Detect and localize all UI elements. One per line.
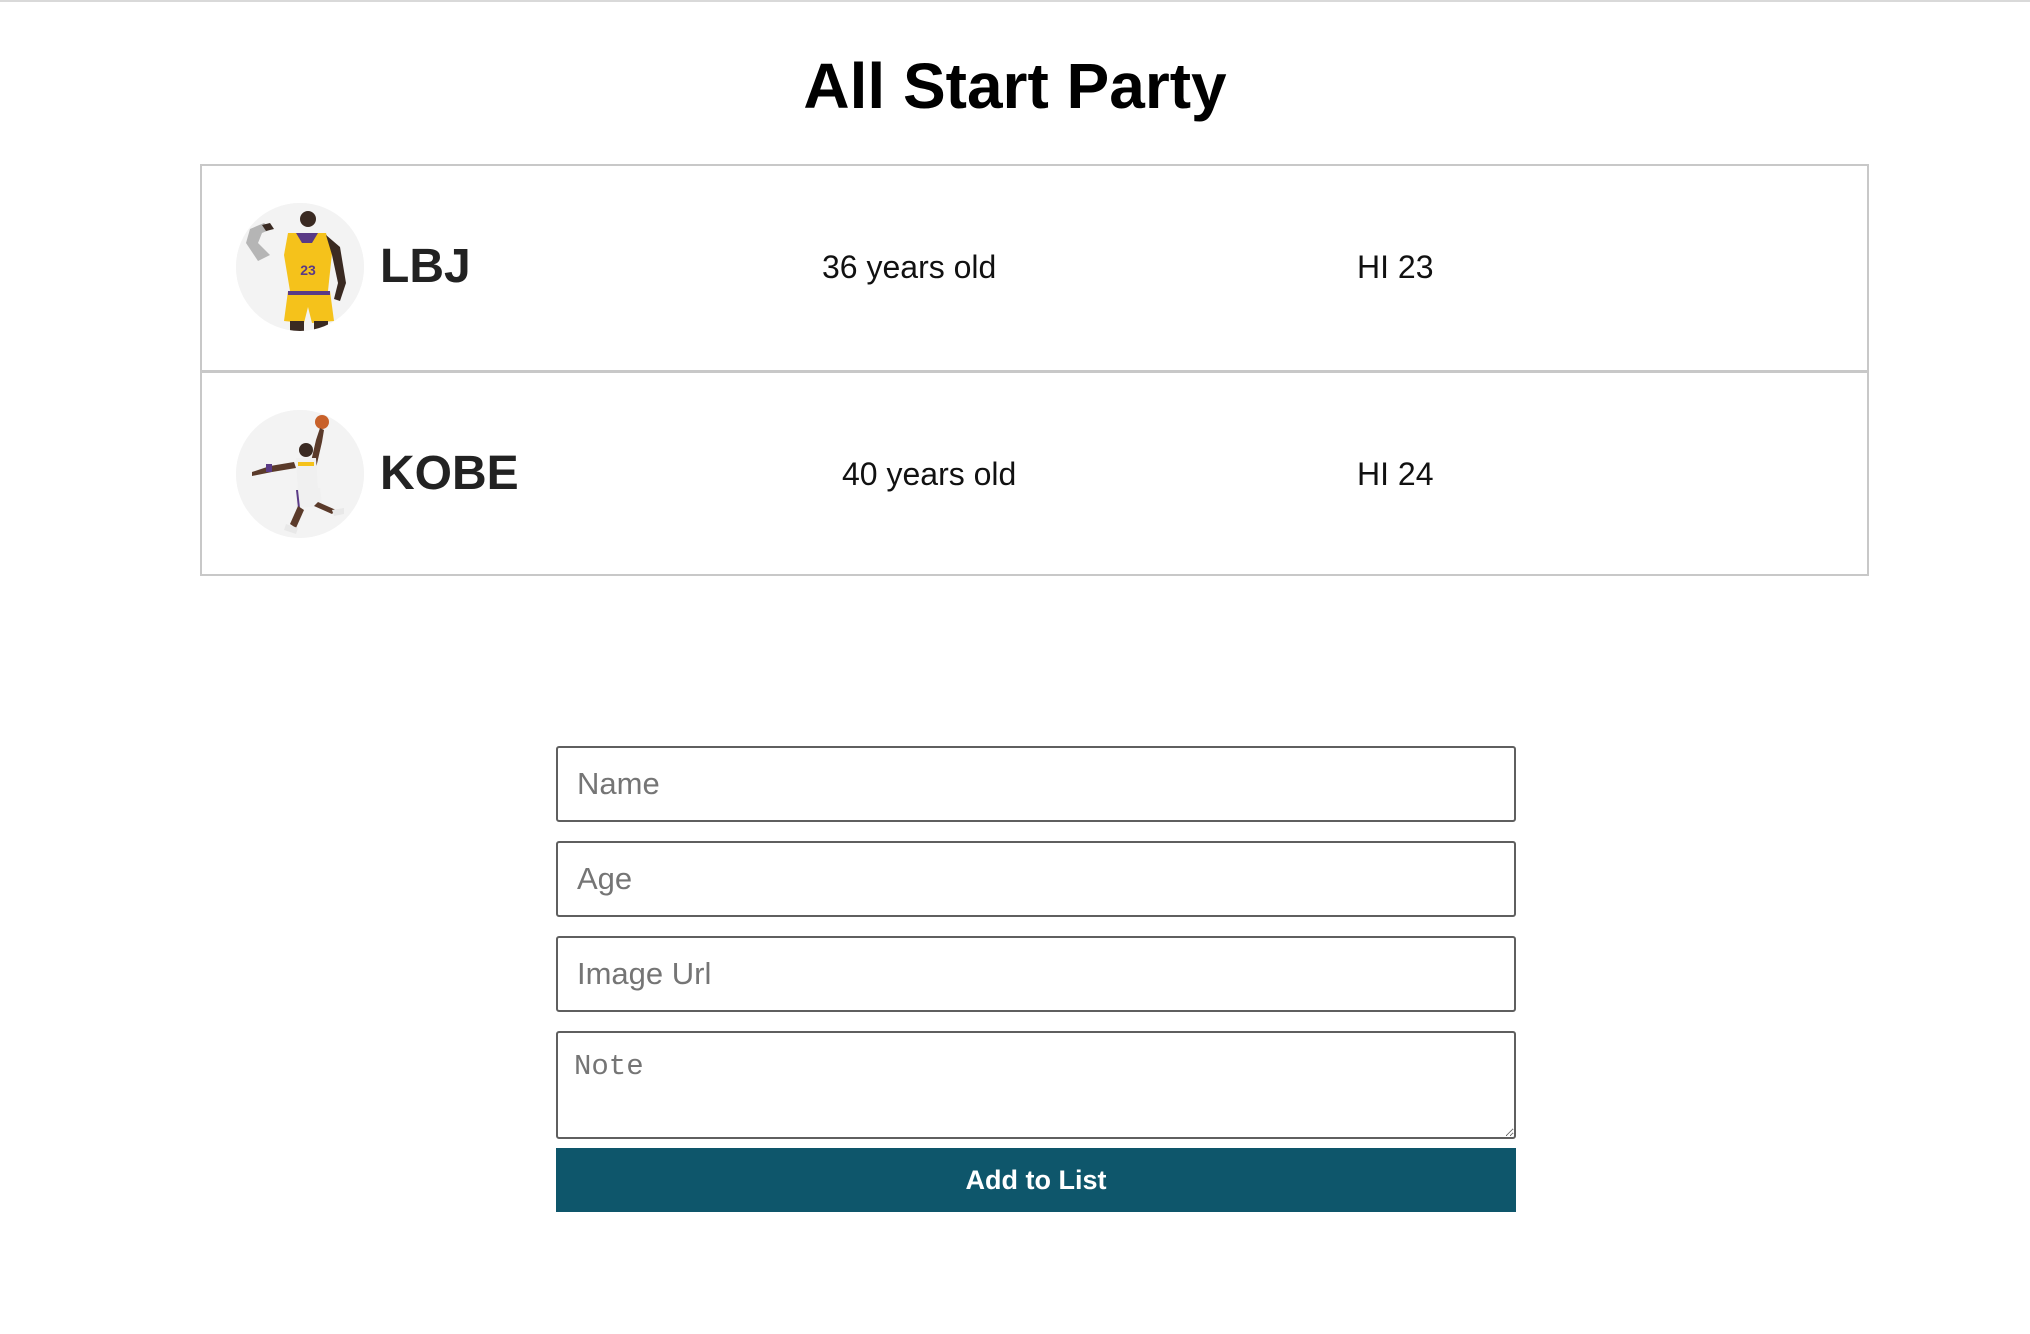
top-divider [0, 0, 2030, 2]
name-input[interactable] [556, 746, 1516, 822]
player-name: LBJ [380, 240, 471, 293]
avatar: 23 [236, 203, 364, 331]
add-to-list-button[interactable]: Add to List [556, 1148, 1516, 1212]
basketball-player-dunking-icon [236, 410, 364, 538]
add-player-form: Add to List [556, 746, 1516, 1212]
player-row: 23 LBJ 36 years old HI 23 [202, 166, 1867, 370]
player-note: HI 23 [1357, 249, 1434, 285]
avatar [236, 410, 364, 538]
player-list: 23 LBJ 36 years old HI 23 KOBE 40 years … [200, 164, 1869, 576]
svg-text:23: 23 [300, 262, 316, 278]
image-url-input[interactable] [556, 936, 1516, 1012]
basketball-player-flexing-icon: 23 [236, 203, 364, 331]
note-textarea[interactable] [556, 1031, 1516, 1139]
player-note: HI 24 [1357, 456, 1434, 492]
player-name: KOBE [380, 447, 519, 500]
age-input[interactable] [556, 841, 1516, 917]
page-title: All Start Party [803, 50, 1227, 122]
player-row: KOBE 40 years old HI 24 [202, 370, 1867, 574]
player-age: 36 years old [822, 249, 997, 285]
player-age: 40 years old [842, 456, 1017, 492]
